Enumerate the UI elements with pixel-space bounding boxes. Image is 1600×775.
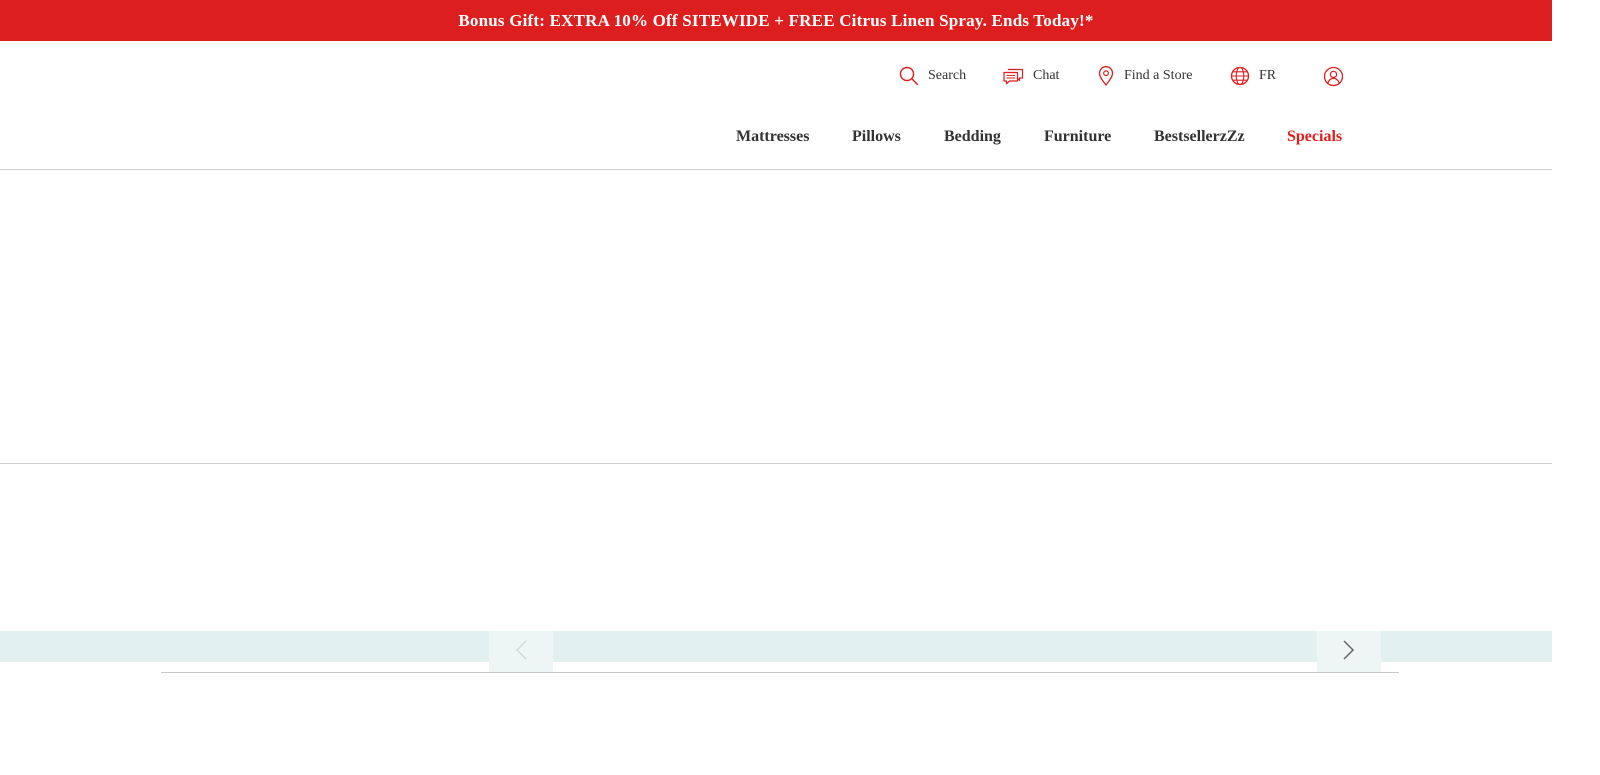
nav-item-furniture[interactable]: Furniture <box>1044 124 1111 150</box>
nav-item-mattresses[interactable]: Mattresses <box>736 124 809 150</box>
search-label: Search <box>928 68 967 83</box>
carousel-prev-button[interactable] <box>489 631 553 673</box>
nav-item-bedding[interactable]: Bedding <box>944 124 1001 150</box>
chat-icon <box>1003 67 1024 85</box>
carousel-next-button[interactable] <box>1317 631 1381 673</box>
chevron-left-icon <box>514 639 528 666</box>
nav-item-specials[interactable]: Specials <box>1287 124 1342 150</box>
user-icon <box>1323 66 1344 87</box>
location-pin-icon <box>1097 66 1115 86</box>
language-toggle[interactable]: FR <box>1230 63 1276 89</box>
header-divider <box>0 169 1552 170</box>
chat-link[interactable]: Chat <box>1003 63 1059 89</box>
scrollbar-gutter <box>1552 0 1600 775</box>
promo-text: Bonus Gift: EXTRA 10% Off SITEWIDE + FRE… <box>458 11 1094 30</box>
search-icon <box>899 66 919 86</box>
find-store-link[interactable]: Find a Store <box>1097 63 1192 89</box>
utility-bar: Search Chat Find a Store FR <box>0 63 1552 89</box>
language-label: FR <box>1259 68 1277 83</box>
nav-item-pillows[interactable]: Pillows <box>852 124 901 150</box>
nav-item-bestsellerzzz[interactable]: BestsellerzZz <box>1154 124 1245 150</box>
section-divider <box>161 672 1399 673</box>
find-store-label: Find a Store <box>1124 68 1193 83</box>
hero-divider <box>0 463 1552 464</box>
account-button[interactable] <box>1323 63 1344 89</box>
main-nav: Mattresses Pillows Bedding Furniture Bes… <box>0 124 1552 150</box>
search-link[interactable]: Search <box>899 63 966 89</box>
promo-banner[interactable]: Bonus Gift: EXTRA 10% Off SITEWIDE + FRE… <box>0 0 1552 41</box>
chat-label: Chat <box>1033 68 1060 83</box>
chevron-right-icon <box>1342 639 1356 666</box>
globe-icon <box>1230 66 1250 86</box>
